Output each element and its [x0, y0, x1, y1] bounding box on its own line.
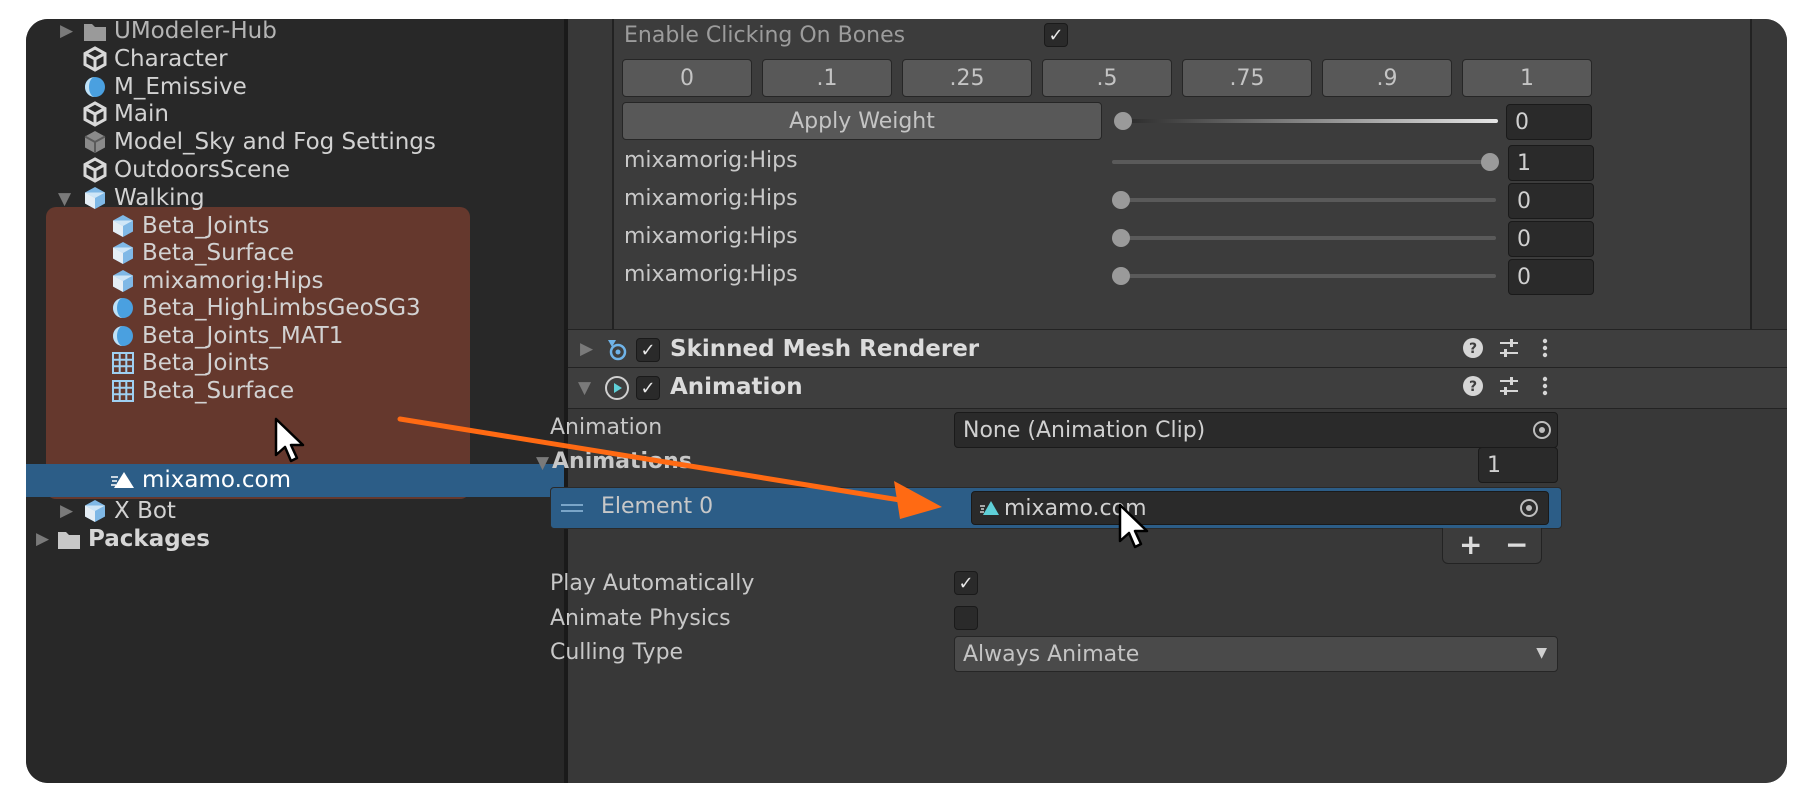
drag-arrow-line	[397, 416, 909, 504]
drag-arrow-overlay	[397, 416, 942, 519]
mouse-cursor-icon	[1118, 503, 1149, 549]
mouse-cursor-icon	[274, 417, 305, 463]
unity-editor-window: ▶ UModeler-Hub Character M_Emissive Main…	[26, 19, 1787, 783]
drag-arrow-head	[894, 481, 942, 519]
